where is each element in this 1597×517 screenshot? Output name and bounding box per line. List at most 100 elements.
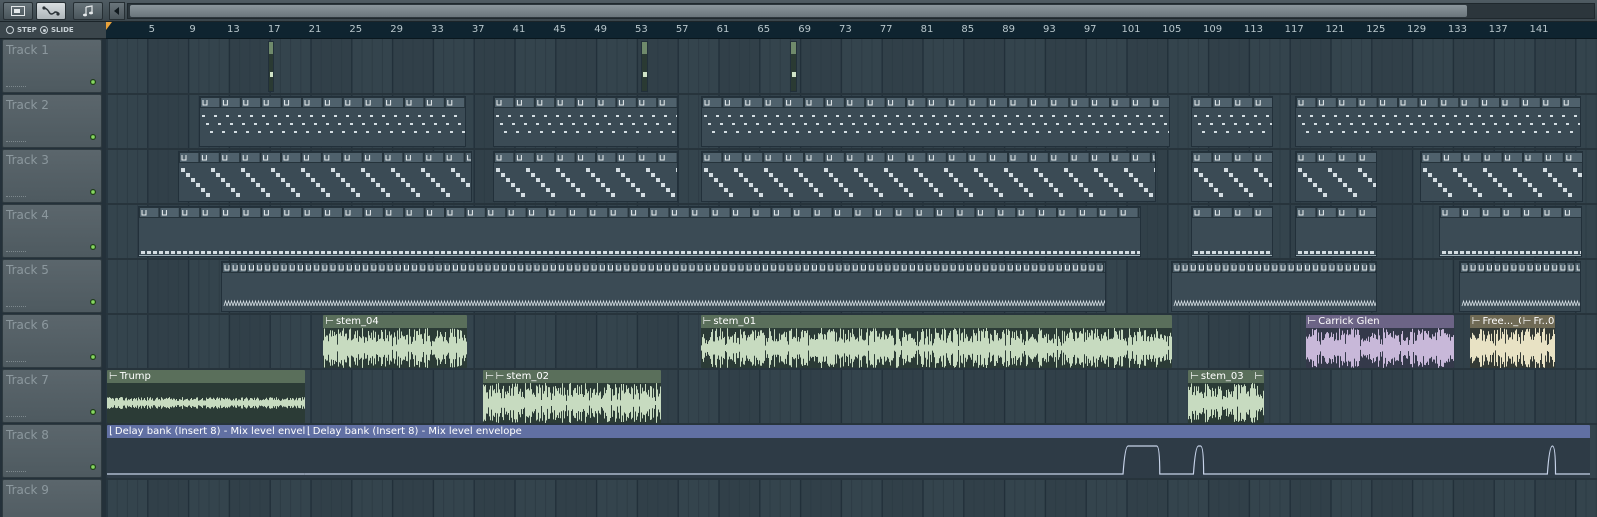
track-resize-grip[interactable] [6,471,26,473]
audio-clip[interactable]: ⊢ [483,370,494,423]
track-enable-led[interactable] [90,354,96,360]
ruler-bar-number: 117 [1284,24,1304,35]
pattern-clip[interactable] [268,41,275,92]
track-header[interactable]: Track 1 [2,39,102,93]
automation-clip[interactable]: ⌊ Delay bank (Insert 8) - Mix level envel… [107,425,305,478]
pattern-clip[interactable] [1191,206,1273,257]
pattern-clip[interactable] [1419,151,1583,202]
track-resize-grip[interactable] [6,251,26,253]
pattern-clip[interactable] [700,96,1170,147]
pianoroll-view-button[interactable] [73,2,103,20]
step-mode-option[interactable]: STEP [6,26,37,34]
clip-menu-icon[interactable]: ⊢ [1523,316,1532,327]
track-enable-led[interactable] [90,244,96,250]
timeline-ruler[interactable]: 5 9 13 17 21 25 29 33 37 41 45 49 53 57 61 65 69 73 77 81 85… [106,22,1597,39]
track-resize-grip[interactable] [6,141,26,143]
slide-radio[interactable] [40,26,48,34]
horizontal-scrollbar[interactable] [127,3,1595,19]
pattern-clip[interactable] [1295,151,1377,202]
pattern-clip[interactable] [790,41,797,92]
automation-icon[interactable]: ⌊ [307,426,311,437]
audio-clip[interactable]: ⊢ stem_01 [700,315,1172,368]
track-header[interactable]: Track 4 [2,204,102,258]
track-resize-grip[interactable] [6,306,26,308]
pattern-notes [138,207,1141,256]
track-resize-grip[interactable] [6,196,26,198]
track-enable-led[interactable] [90,409,96,415]
track-enable-led[interactable] [90,464,96,470]
step-radio[interactable] [6,26,14,34]
track-enable-led[interactable] [90,134,96,140]
pattern-clip[interactable] [492,151,679,202]
clip-menu-icon[interactable]: ⊢ [496,371,505,382]
clip-label: Trump [119,371,151,382]
scroll-left-button[interactable] [109,2,125,20]
track-resize-grip[interactable] [6,416,26,418]
clip-menu-icon[interactable]: ⊢ [1472,316,1481,327]
clip-title: ⊢ Free..._0 [1469,315,1521,328]
track-header[interactable]: Track 3 [2,149,102,203]
pattern-clip[interactable] [1439,206,1582,257]
audio-clip[interactable]: ⊢ stem_02 [493,370,661,423]
audio-clip[interactable]: ⊢ Trump [107,370,305,423]
audio-clip[interactable]: ⊢ stem_03 [1188,370,1253,423]
audio-clip[interactable]: ⊢Fr..01 [1520,315,1556,368]
pattern-clip[interactable] [1458,261,1581,312]
clip-menu-icon[interactable]: ⊢ [109,371,118,382]
clip-menu-icon[interactable]: ⊢ [1190,371,1199,382]
pattern-clip[interactable] [700,151,1156,202]
pattern-clip[interactable] [1191,151,1273,202]
slide-mode-option[interactable]: SLIDE [40,26,74,34]
pattern-clip[interactable] [492,96,679,147]
track-enable-led[interactable] [90,189,96,195]
track-name: Track 5 [6,263,49,277]
playlist-view-button[interactable] [3,2,33,20]
pattern-clip[interactable] [1191,96,1273,147]
pattern-clip[interactable] [221,261,1106,312]
clip-menu-icon[interactable]: ⊢ [1254,371,1263,382]
track-enable-led[interactable] [90,299,96,305]
ruler-bar-number: 73 [839,24,852,35]
track-header[interactable]: Track 9 [2,479,102,517]
pattern-clip[interactable] [137,206,1142,257]
ruler-bar-number: 21 [308,24,322,35]
clip-label: stem_01 [713,316,757,327]
waveform [1252,383,1264,423]
lane-separator [106,368,1597,370]
clip-menu-icon[interactable]: ⊢ [1308,316,1317,327]
audio-clip[interactable]: ⊢ stem_04 [323,315,468,368]
track-resize-grip[interactable] [6,361,26,363]
pattern-clip[interactable] [1295,206,1377,257]
clip-menu-icon[interactable]: ⊢ [325,316,334,327]
automation-clip[interactable]: ⌊ Delay bank (Insert 8) - Mix level envel… [304,425,1591,478]
clip-menu-icon[interactable]: ⊢ [703,316,712,327]
track-enable-led[interactable] [90,79,96,85]
pattern-clip[interactable] [1170,261,1377,312]
track-header[interactable]: Track 5 [2,259,102,313]
track-header[interactable]: Track 2 [2,94,102,148]
ruler-bar-number: 105 [1162,24,1182,35]
ruler-bar-number: 113 [1243,24,1263,35]
automation-icon[interactable]: ⌊ [109,426,113,437]
slide-label: SLIDE [51,26,74,34]
pattern-clip[interactable] [178,151,473,202]
scrollbar-thumb[interactable] [130,5,1467,17]
audio-clip[interactable]: ⊢ Free..._0 [1469,315,1521,368]
audio-clip[interactable]: ⊢ Carrick Glen [1305,315,1455,368]
pattern-clip[interactable] [198,96,467,147]
clip-menu-icon[interactable]: ⊢ [485,371,493,382]
pattern-clip[interactable] [1295,96,1581,147]
track-header[interactable]: Track 7 [2,369,102,423]
audio-clip[interactable]: ⊢ [1252,370,1264,423]
playlist-area[interactable]: ⊢ stem_04 ⊢ stem_01 ⊢ Carrick Glen ⊢ Free..._0 ⊢… [106,39,1597,517]
track-resize-grip[interactable] [6,86,26,88]
ruler-bar-number: 45 [553,24,567,35]
playhead-marker[interactable] [106,22,112,30]
automation-view-button[interactable] [36,2,66,20]
pattern-clip[interactable] [641,41,648,92]
playlist-icon [11,6,25,16]
arrow-left-icon [114,7,119,15]
track-header[interactable]: Track 6 [2,314,102,368]
track-header[interactable]: Track 8 [2,424,102,478]
step-label: STEP [17,26,37,34]
